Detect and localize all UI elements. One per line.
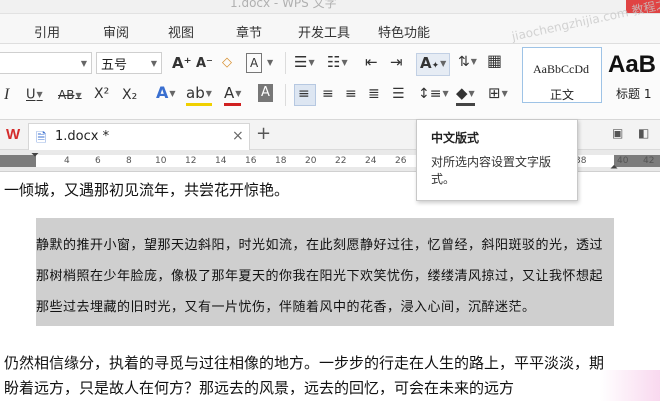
superscript-button[interactable]: X² <box>94 85 109 103</box>
ruler-number: 42 <box>643 156 655 166</box>
character-shading-icon[interactable]: A <box>258 84 273 102</box>
tooltip-title: 中文版式 <box>431 131 480 145</box>
tooltip-chinese-layout: 中文版式 对所选内容设置文字版式。 <box>416 119 578 201</box>
ruler-number: 40 <box>617 156 629 166</box>
tab-references[interactable]: 引用 <box>34 22 60 41</box>
document-tab[interactable]: 🗎 1.docx * × <box>28 123 250 150</box>
ruler-number: 26 <box>395 156 407 166</box>
strikethrough-button[interactable]: AB▼ <box>58 86 82 105</box>
ruler-number: 4 <box>64 156 70 166</box>
ruler-number: 20 <box>305 156 317 166</box>
grow-font-button[interactable]: A⁺ <box>172 54 192 72</box>
wps-logo-icon[interactable]: W <box>6 126 20 143</box>
style-heading-1-label: 标题 1 <box>616 87 652 101</box>
line-spacing-icon[interactable]: ↕≡▼ <box>418 85 449 103</box>
tab-developer[interactable]: 开发工具 <box>298 22 350 41</box>
ruler-number: 12 <box>185 156 197 166</box>
distributed-icon[interactable]: ☰ <box>392 85 405 103</box>
formatting-toolbar: ▼ 五号 ▼ A⁺ A⁻ ◇ A ▼ ☰▼ ☷▼ ⇤ ⇥ A✦▼ ⇅▼ ▦ I … <box>0 44 660 120</box>
style-heading-1-preview: AaB <box>608 51 657 78</box>
tooltip-description: 对所选内容设置文字版式。 <box>431 155 552 186</box>
text-effect-icon[interactable]: A▼ <box>156 84 176 103</box>
increase-indent-icon[interactable]: ⇥ <box>390 53 403 71</box>
font-name-select[interactable]: ▼ <box>0 52 92 74</box>
divider <box>285 84 286 106</box>
highlight-icon[interactable]: ab▼ <box>186 84 212 106</box>
font-size-select[interactable]: 五号 ▼ <box>96 52 162 74</box>
tab-review[interactable]: 审阅 <box>103 22 129 41</box>
ruler-number: 24 <box>365 156 377 166</box>
style-normal[interactable]: AaBbCcDd 正文 <box>522 47 602 103</box>
justify-icon[interactable]: ≣ <box>368 85 380 103</box>
shrink-font-button[interactable]: A⁻ <box>196 55 213 73</box>
numbered-list-icon[interactable]: ☷▼ <box>327 53 348 72</box>
sort-icon[interactable]: ⇅▼ <box>458 53 477 71</box>
divider <box>285 52 286 74</box>
ruler-number: 18 <box>275 156 287 166</box>
window-title: 1.docx - WPS 文字 <box>230 0 337 10</box>
quote-line: 那树梢照在少年脸庞，像极了那年夏天的你我在阳光下欢笑忧伤，缕缕清风掠过，又让我怀… <box>36 269 604 284</box>
tab-section[interactable]: 章节 <box>236 22 262 41</box>
chinese-layout-button[interactable]: A✦▼ <box>416 53 451 76</box>
font-color-icon[interactable]: A▼ <box>224 84 242 106</box>
tab-special-features[interactable]: 特色功能 <box>378 22 430 41</box>
tab-view[interactable]: 视图 <box>168 22 194 41</box>
italic-button[interactable]: I <box>4 86 9 104</box>
paragraph-line: 仍然相信缘分，执着的寻觅与过往相像的地方。一步步的行走在人生的路上，平平淡淡，期 <box>4 354 605 372</box>
close-tab-icon[interactable]: × <box>232 128 244 144</box>
style-normal-label: 正文 <box>549 88 574 102</box>
decorative-overlay <box>600 370 660 401</box>
view-icon[interactable]: ▣ <box>612 126 623 140</box>
align-center-icon[interactable]: ≡ <box>322 85 334 103</box>
ruler-number: 6 <box>95 156 101 166</box>
align-left-icon[interactable]: ≡ <box>298 85 310 103</box>
ruler-number: 14 <box>215 156 227 166</box>
paragraph-line: 盼着远方，只是故人在何方？那远去的风景，远去的回忆，可会在未来的远方 <box>4 379 515 397</box>
underline-button[interactable]: U▼ <box>26 86 43 105</box>
font-size-value: 五号 <box>101 58 128 73</box>
align-right-icon[interactable]: ≡ <box>345 85 357 103</box>
document-icon: 🗎 <box>36 131 47 146</box>
fill-color-icon[interactable]: ◆▼ <box>456 84 475 106</box>
indent-marker-icon[interactable]: ⏷ <box>31 150 39 161</box>
subscript-button[interactable]: X₂ <box>122 86 137 104</box>
paragraph-line: 一倾城，又遇那初见流年，共尝花开惊艳。 <box>4 181 290 199</box>
decrease-indent-icon[interactable]: ⇤ <box>365 53 378 71</box>
ruler-number: 10 <box>155 156 167 166</box>
borders-icon[interactable]: ⊞▼ <box>488 84 508 103</box>
strikethrough-label: AB <box>58 88 75 102</box>
title-bar: 1.docx - WPS 文字 <box>0 0 660 14</box>
quote-line: 静默的推开小窗，望那天边斜阳，时光如流，在此刻愿静好过往，忆曾经，斜阳斑驳的光，… <box>36 238 604 253</box>
bullet-list-icon[interactable]: ☰▼ <box>294 53 315 72</box>
ruler-number: 22 <box>335 156 347 166</box>
style-heading-1[interactable]: AaB 标题 1 <box>606 47 660 103</box>
underline-label: U <box>26 87 36 103</box>
document-page[interactable]: 一倾城，又遇那初见流年，共尝花开惊艳。 静默的推开小窗，望那天边斜阳，时光如流，… <box>0 172 660 401</box>
document-tab-name: 1.docx * <box>55 129 110 144</box>
ruler-number: 8 <box>126 156 132 166</box>
table-grid-icon[interactable]: ▦ <box>487 52 502 70</box>
character-border-icon[interactable]: A <box>246 53 263 73</box>
clear-format-icon[interactable]: ◇ <box>222 54 232 72</box>
new-tab-button[interactable]: + <box>256 123 271 144</box>
style-normal-preview: AaBbCcDd <box>533 62 589 76</box>
ruler-number: 16 <box>245 156 257 166</box>
zoom-icon[interactable]: ◧ <box>638 126 649 140</box>
quote-line: 那些过去埋藏的旧时光，又有一片忧伤，伴随着风中的花香，浸入心间，沉醉迷茫。 <box>36 300 536 315</box>
